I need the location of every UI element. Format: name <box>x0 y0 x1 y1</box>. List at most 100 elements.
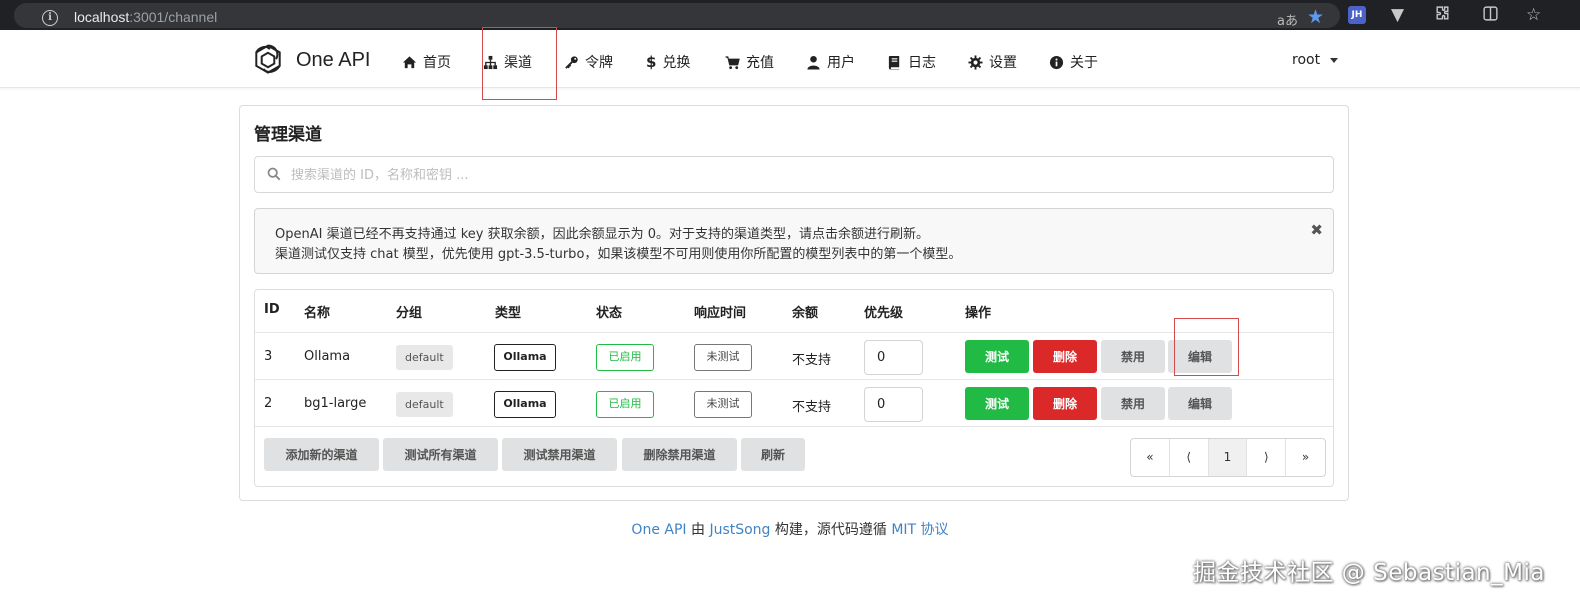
notice-line-1: OpenAI 渠道已经不再支持通过 key 获取余额，因此余额显示为 0。对于支… <box>275 227 930 242</box>
url-text[interactable]: localhost:3001/channel <box>74 9 217 25</box>
col-header-type[interactable]: 类型 <box>495 302 521 321</box>
channel-table: ID 名称 分组 类型 状态 响应时间 余额 优先级 操作 3 Ollama d… <box>254 289 1334 487</box>
info-message: OpenAI 渠道已经不再支持通过 key 获取余额，因此余额显示为 0。对于支… <box>254 208 1334 274</box>
nav-item-settings[interactable]: 设置 <box>968 52 1017 72</box>
caret-down-icon <box>1330 57 1339 63</box>
nav-label: 兑换 <box>662 55 691 71</box>
cell-name: bg1-large <box>304 396 367 411</box>
pagination: « ⟨ 1 ⟩ » <box>1130 438 1326 477</box>
site-info-icon[interactable]: i <box>42 10 58 26</box>
nav-item-channel[interactable]: 渠道 <box>483 52 532 72</box>
priority-input[interactable] <box>864 387 923 422</box>
dollar-icon: $ <box>646 53 657 71</box>
table-row: 2 bg1-large default Ollama 已启用 未测试 不支持 测… <box>255 380 1333 427</box>
search-icon <box>267 167 281 181</box>
col-header-status[interactable]: 状态 <box>596 302 622 321</box>
extension-jh-icon[interactable]: JH <box>1348 6 1366 24</box>
user-dropdown[interactable]: root <box>1292 52 1339 68</box>
search-box[interactable] <box>254 156 1334 193</box>
extensions-puzzle-icon[interactable] <box>1434 5 1451 27</box>
test-disabled-channels-button[interactable]: 测试禁用渠道 <box>502 438 617 471</box>
footer-author-link[interactable]: JustSong <box>709 522 770 538</box>
notice-line-2: 渠道测试仅支持 chat 模型，优先使用 gpt-3.5-turbo，如果该模型… <box>275 247 962 262</box>
delete-button[interactable]: 删除 <box>1033 387 1097 420</box>
edit-button[interactable]: 编辑 <box>1168 387 1232 420</box>
read-aloud-icon[interactable]: aあ <box>1277 10 1298 29</box>
cell-id: 2 <box>264 396 273 411</box>
type-label: Ollama <box>494 344 556 371</box>
channel-management-card: 管理渠道 OpenAI 渠道已经不再支持通过 key 获取余额，因此余额显示为 … <box>239 105 1349 501</box>
info-icon <box>1049 55 1064 69</box>
split-screen-icon[interactable] <box>1482 5 1499 27</box>
edit-button[interactable]: 编辑 <box>1168 340 1232 373</box>
refresh-button[interactable]: 刷新 <box>741 438 805 471</box>
prev-page-button[interactable]: ⟨ <box>1170 439 1209 476</box>
nav-item-topup[interactable]: 充值 <box>725 52 774 72</box>
test-button[interactable]: 测试 <box>965 387 1029 420</box>
nav-item-redeem[interactable]: $ 兑换 <box>646 52 690 72</box>
nav-item-user[interactable]: 用户 <box>806 52 855 72</box>
nav-label: 关于 <box>1070 55 1098 71</box>
extension-v-icon[interactable]: ▼ <box>1391 5 1404 25</box>
nav-item-home[interactable]: 首页 <box>402 52 451 72</box>
footer-license-link[interactable]: MIT 协议 <box>891 522 948 538</box>
balance-value[interactable]: 不支持 <box>792 396 831 415</box>
col-header-priority[interactable]: 优先级 <box>864 302 903 321</box>
search-input[interactable] <box>291 165 1321 185</box>
page-title: 管理渠道 <box>254 125 322 145</box>
delete-button[interactable]: 删除 <box>1033 340 1097 373</box>
response-time-badge[interactable]: 未测试 <box>694 344 752 371</box>
gear-icon <box>968 54 983 70</box>
book-icon <box>888 55 900 70</box>
delete-disabled-channels-button[interactable]: 删除禁用渠道 <box>622 438 737 471</box>
next-page-button[interactable]: ⟩ <box>1247 439 1287 476</box>
disable-button[interactable]: 禁用 <box>1101 340 1165 373</box>
response-time-badge[interactable]: 未测试 <box>694 391 752 418</box>
col-header-balance[interactable]: 余额 <box>792 302 818 321</box>
nav-label: 用户 <box>827 55 855 71</box>
username: root <box>1292 52 1321 68</box>
user-icon <box>807 55 820 70</box>
col-header-name[interactable]: 名称 <box>304 302 330 321</box>
nav-label: 首页 <box>423 55 451 71</box>
nav-label: 充值 <box>746 55 774 71</box>
nav-item-about[interactable]: 关于 <box>1049 52 1098 72</box>
type-label: Ollama <box>494 391 556 418</box>
test-button[interactable]: 测试 <box>965 340 1029 373</box>
browser-toolbar: i localhost:3001/channel aあ ★ JH ▼ ☆ <box>0 0 1580 30</box>
favorites-icon[interactable]: ☆ <box>1526 5 1541 25</box>
col-header-actions: 操作 <box>965 306 992 321</box>
group-label: default <box>396 345 453 370</box>
last-page-button[interactable]: » <box>1286 439 1325 476</box>
col-header-response-time[interactable]: 响应时间 <box>694 302 746 321</box>
sitemap-icon <box>483 55 498 69</box>
priority-input[interactable] <box>864 340 923 375</box>
brand-name[interactable]: One API <box>296 49 371 72</box>
first-page-button[interactable]: « <box>1131 439 1170 476</box>
add-channel-button[interactable]: 添加新的渠道 <box>264 438 379 471</box>
disable-button[interactable]: 禁用 <box>1101 387 1165 420</box>
cell-id: 3 <box>264 349 273 364</box>
nav-label: 日志 <box>908 55 936 71</box>
nav-item-log[interactable]: 日志 <box>887 52 936 72</box>
address-bar[interactable]: i localhost:3001/channel aあ ★ <box>14 3 1340 29</box>
cart-icon <box>725 55 740 69</box>
col-header-group[interactable]: 分组 <box>396 302 422 321</box>
home-icon <box>402 55 417 68</box>
bookmark-star-icon[interactable]: ★ <box>1307 6 1324 28</box>
col-header-id[interactable]: ID <box>264 302 280 317</box>
status-badge: 已启用 <box>596 391 654 418</box>
status-badge: 已启用 <box>596 344 654 371</box>
table-row: 3 Ollama default Ollama 已启用 未测试 不支持 测试 删… <box>255 333 1333 380</box>
openai-logo-icon[interactable] <box>250 42 286 78</box>
site-footer: One API 由 JustSong 构建，源代码遵循 MIT 协议 <box>0 519 1580 539</box>
balance-value[interactable]: 不支持 <box>792 349 831 368</box>
test-all-channels-button[interactable]: 测试所有渠道 <box>383 438 498 471</box>
page-1-button[interactable]: 1 <box>1208 439 1248 476</box>
nav-label: 渠道 <box>504 55 532 71</box>
footer-brand-link[interactable]: One API <box>631 522 686 538</box>
nav-label: 设置 <box>989 55 1017 71</box>
nav-item-token[interactable]: 令牌 <box>564 52 613 72</box>
close-icon[interactable]: ✖ <box>1310 221 1323 239</box>
key-icon <box>565 55 578 69</box>
